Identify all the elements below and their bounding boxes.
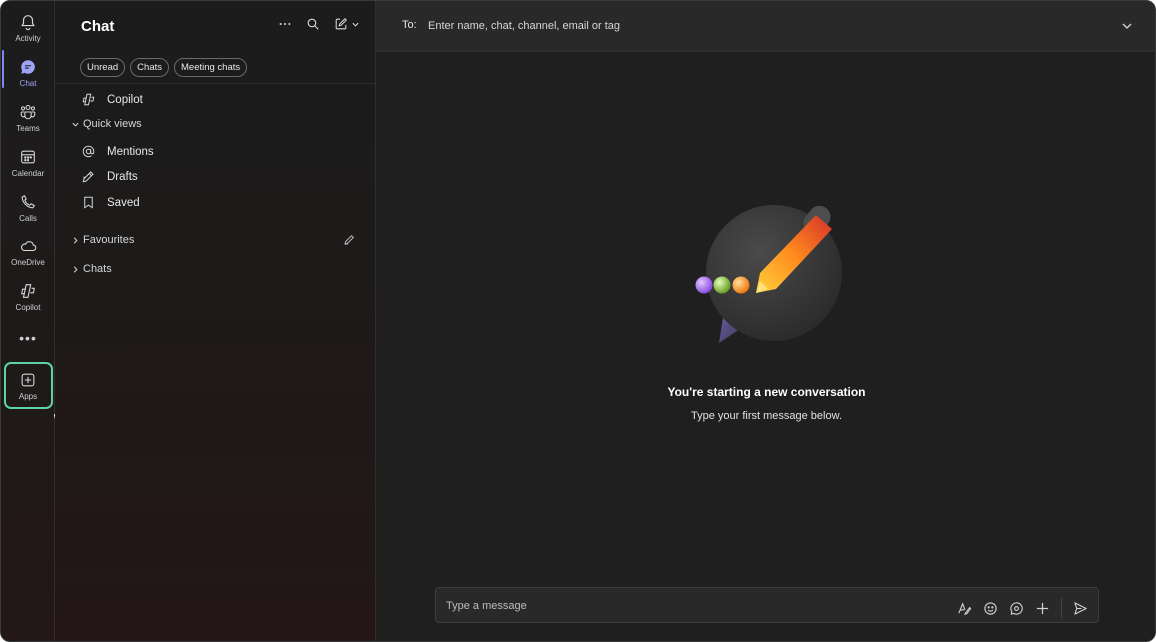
section-chats[interactable]: Chats bbox=[71, 263, 112, 275]
message-input[interactable] bbox=[446, 596, 926, 616]
copilot-icon bbox=[21, 284, 35, 298]
plus-icon bbox=[1036, 602, 1049, 614]
calendar-icon bbox=[21, 150, 35, 164]
rail-item-activity[interactable]: Activity bbox=[3, 7, 53, 49]
section-favourites[interactable]: Favourites bbox=[71, 234, 134, 246]
loop-button[interactable] bbox=[1009, 601, 1024, 616]
chevron-right-icon bbox=[73, 265, 78, 273]
recipient-input[interactable] bbox=[428, 15, 928, 37]
phone-icon bbox=[21, 194, 36, 209]
list-item-label: Saved bbox=[107, 196, 140, 209]
teams-window: Activity Chat Teams Calendar Calls OneDr… bbox=[0, 0, 1156, 642]
rail-label: Activity bbox=[15, 34, 41, 43]
empty-state-title: You're starting a new conversation bbox=[667, 385, 866, 399]
compose-icon bbox=[335, 18, 347, 30]
cloud-icon bbox=[20, 241, 37, 252]
list-item-saved[interactable]: Saved bbox=[81, 195, 140, 210]
recipient-bar: To: bbox=[376, 1, 1155, 52]
chevron-right-icon bbox=[73, 236, 78, 244]
page-title: Chat bbox=[81, 18, 115, 35]
send-icon bbox=[1074, 601, 1087, 615]
emoji-icon bbox=[984, 601, 997, 615]
filter-chips: Unread Chats Meeting chats bbox=[80, 58, 248, 77]
chat-icon bbox=[21, 60, 35, 74]
rail-label: Calendar bbox=[11, 169, 45, 178]
filter-chats[interactable]: Chats bbox=[130, 58, 169, 77]
rail-label: Calls bbox=[19, 214, 37, 223]
filter-unread[interactable]: Unread bbox=[80, 58, 126, 77]
list-item-label: Drafts bbox=[107, 170, 138, 183]
new-chat-area: To: Enter name, chat, channel, email or … bbox=[376, 1, 1155, 641]
section-label: Favourites bbox=[83, 234, 135, 246]
edit-favourites-icon[interactable] bbox=[343, 234, 355, 246]
format-text-icon bbox=[958, 601, 972, 615]
more-apps-button[interactable]: ••• bbox=[3, 327, 53, 349]
ellipsis-icon bbox=[279, 22, 291, 26]
to-label: To: bbox=[402, 19, 417, 31]
bell-icon bbox=[21, 15, 35, 31]
plus-square-icon bbox=[21, 373, 35, 387]
search-button[interactable] bbox=[305, 16, 321, 32]
rail-item-onedrive[interactable]: OneDrive bbox=[3, 231, 53, 273]
divider bbox=[1061, 598, 1062, 618]
list-item-label: Mentions bbox=[107, 145, 154, 158]
list-actions bbox=[277, 16, 361, 32]
new-chat-button[interactable] bbox=[333, 16, 361, 32]
section-quick-views[interactable]: Quick views bbox=[71, 118, 142, 130]
copilot-icon bbox=[82, 93, 95, 106]
chat-list-pane: Chat Unread Chats Meeting chats Copilot bbox=[55, 1, 376, 641]
message-composer bbox=[435, 587, 1099, 623]
rail-label: Copilot bbox=[15, 303, 41, 312]
emoji-button[interactable] bbox=[983, 601, 998, 616]
chevron-down-icon[interactable] bbox=[1121, 20, 1133, 32]
list-item-copilot[interactable]: Copilot bbox=[81, 92, 143, 107]
rail-item-calendar[interactable]: Calendar bbox=[3, 142, 53, 184]
rail-item-calls[interactable]: Calls bbox=[3, 187, 53, 229]
bookmark-icon bbox=[84, 196, 93, 209]
app-rail: Activity Chat Teams Calendar Calls OneDr… bbox=[1, 1, 55, 641]
rail-label: Apps bbox=[18, 392, 38, 401]
attach-button[interactable] bbox=[1035, 601, 1050, 616]
rail-item-chat[interactable]: Chat bbox=[3, 52, 53, 94]
list-item-mentions[interactable]: Mentions bbox=[81, 144, 154, 159]
format-button[interactable] bbox=[957, 601, 972, 616]
new-conversation-illustration bbox=[695, 205, 842, 343]
more-options-button[interactable] bbox=[277, 16, 293, 32]
chevron-down-icon bbox=[72, 122, 79, 127]
divider bbox=[55, 83, 376, 84]
filter-meeting-chats[interactable]: Meeting chats bbox=[174, 58, 248, 77]
rail-label: Chat bbox=[19, 79, 37, 88]
composer-toolbar bbox=[957, 598, 1088, 618]
search-icon bbox=[307, 18, 319, 30]
rail-item-copilot[interactable]: Copilot bbox=[3, 276, 53, 318]
rail-label: Teams bbox=[16, 124, 40, 133]
loop-icon bbox=[1010, 601, 1023, 615]
send-button[interactable] bbox=[1073, 601, 1088, 616]
teams-icon bbox=[20, 104, 36, 120]
empty-state-subtitle: Type your first message below. bbox=[690, 410, 842, 422]
section-label: Quick views bbox=[83, 118, 142, 130]
rail-item-teams[interactable]: Teams bbox=[3, 97, 53, 139]
chevron-down-icon bbox=[352, 22, 359, 27]
list-item-label: Copilot bbox=[107, 93, 143, 106]
at-sign-icon bbox=[82, 145, 95, 158]
rail-item-apps[interactable]: Apps bbox=[3, 365, 53, 407]
list-item-drafts[interactable]: Drafts bbox=[81, 169, 138, 184]
section-label: Chats bbox=[83, 263, 112, 275]
pencil-icon bbox=[82, 171, 94, 183]
rail-label: OneDrive bbox=[11, 258, 45, 267]
